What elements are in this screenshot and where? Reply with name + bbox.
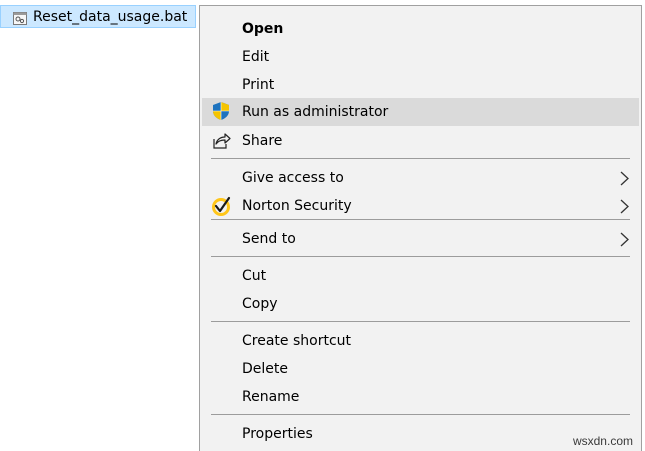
menu-separator <box>211 256 630 257</box>
menu-item-label: Cut <box>242 268 267 284</box>
menu-item-create-shortcut[interactable]: Create shortcut <box>202 328 639 354</box>
menu-item-label: Create shortcut <box>242 333 352 349</box>
watermark: wsxdn.com <box>572 434 633 448</box>
menu-item-norton-security[interactable]: Norton Security <box>202 193 639 219</box>
menu-item-label: Run as administrator <box>242 104 389 120</box>
menu-item-rename[interactable]: Rename <box>202 384 639 410</box>
menu-item-label: Open <box>242 21 284 37</box>
menu-item-label: Norton Security <box>242 198 352 214</box>
menu-item-label: Rename <box>242 389 300 405</box>
menu-item-label: Delete <box>242 361 288 377</box>
selected-file-item[interactable]: Reset_data_usage.bat <box>0 5 196 28</box>
menu-separator <box>211 158 630 159</box>
norton-check-icon <box>211 196 231 216</box>
menu-item-label: Give access to <box>242 170 344 186</box>
share-icon <box>211 131 231 151</box>
chevron-right-icon <box>620 232 629 247</box>
menu-item-label: Properties <box>242 426 313 442</box>
uac-shield-icon <box>211 101 231 121</box>
context-menu: Open Edit Print Run as administrator Sha… <box>199 5 642 451</box>
chevron-right-icon <box>620 171 629 186</box>
menu-item-open[interactable]: Open <box>202 16 639 42</box>
menu-item-give-access-to[interactable]: Give access to <box>202 165 639 191</box>
menu-item-label: Share <box>242 133 283 149</box>
file-name: Reset_data_usage.bat <box>33 8 188 25</box>
menu-item-cut[interactable]: Cut <box>202 263 639 289</box>
menu-item-send-to[interactable]: Send to <box>202 226 639 252</box>
batch-file-icon <box>13 10 27 25</box>
menu-item-edit[interactable]: Edit <box>202 44 639 70</box>
menu-separator <box>211 414 630 415</box>
menu-item-label: Send to <box>242 231 296 247</box>
chevron-right-icon <box>620 199 629 214</box>
menu-item-delete[interactable]: Delete <box>202 356 639 382</box>
menu-separator <box>211 219 630 220</box>
menu-item-run-as-administrator[interactable]: Run as administrator <box>202 98 639 126</box>
menu-item-label: Edit <box>242 49 270 65</box>
menu-item-label: Print <box>242 77 275 93</box>
menu-separator <box>211 321 630 322</box>
menu-item-label: Copy <box>242 296 278 312</box>
menu-item-print[interactable]: Print <box>202 72 639 98</box>
menu-item-share[interactable]: Share <box>202 128 639 154</box>
menu-item-copy[interactable]: Copy <box>202 291 639 317</box>
